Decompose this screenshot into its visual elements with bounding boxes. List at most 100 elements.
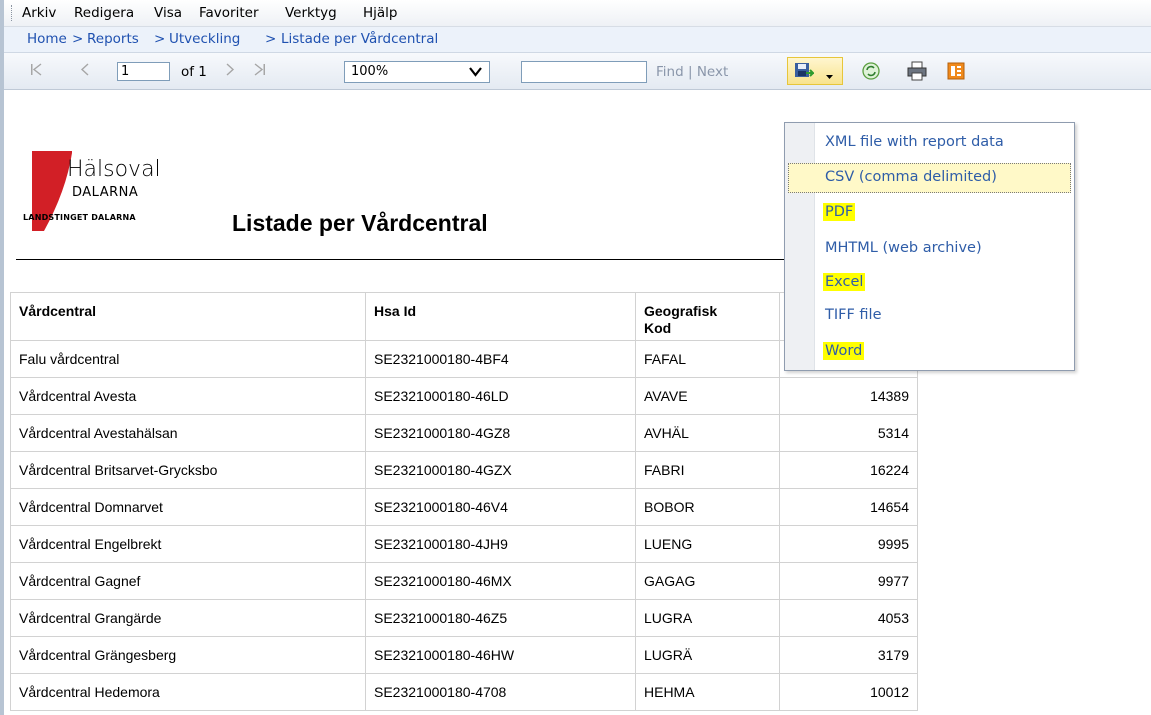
print-icon[interactable] — [906, 61, 928, 83]
report-title: Listade per Vårdcentral — [232, 210, 488, 236]
breadcrumb-separator: > — [72, 31, 84, 47]
cell-hsa-id: SE2321000180-46HW — [365, 636, 636, 674]
cell-hsa-id: SE2321000180-4BF4 — [365, 340, 636, 378]
cell-vardcentral: Vårdcentral Grängesberg — [10, 636, 366, 674]
cell-geografisk-kod: AVHÄL — [635, 414, 780, 452]
breadcrumb-current: Listade per Vårdcentral — [281, 31, 439, 47]
cell-hsa-id: SE2321000180-46V4 — [365, 488, 636, 526]
cell-geografisk-kod: LUGRA — [635, 599, 780, 637]
toolbar-grip — [11, 5, 14, 21]
cell-vardcentral: Vårdcentral Hedemora — [10, 673, 366, 711]
export-tiff-item[interactable]: TIFF file — [825, 307, 882, 323]
export-button[interactable] — [787, 57, 843, 85]
menu-bar: Arkiv Redigera Visa Favoriter Verktyg Hj… — [4, 0, 1151, 27]
find-next-links: Find | Next — [656, 64, 728, 80]
report-toolbar: 1 of 1 100% Find | Next — [4, 53, 1151, 90]
window-left-border — [0, 0, 4, 715]
report-table: Vårdcentral Hsa Id Geografisk Kod Falu v… — [10, 292, 918, 711]
cell-vardcentral: Vårdcentral Avestahälsan — [10, 414, 366, 452]
table-row: Vårdcentral Avestahälsan SE2321000180-4GZ… — [10, 414, 918, 452]
menu-verktyg[interactable]: Verktyg — [285, 5, 337, 21]
cell-count: 16224 — [779, 451, 918, 489]
next-page-icon[interactable] — [226, 63, 235, 80]
zoom-value: 100% — [351, 64, 389, 79]
export-word-item[interactable]: Word — [823, 342, 865, 360]
first-page-icon[interactable] — [30, 63, 42, 80]
cell-count: 14654 — [779, 488, 918, 526]
refresh-icon[interactable] — [861, 61, 883, 83]
cell-count: 3179 — [779, 636, 918, 674]
table-header-row: Vårdcentral Hsa Id Geografisk Kod — [10, 292, 918, 341]
column-header-geografisk-kod[interactable]: Geografisk Kod — [635, 292, 780, 341]
cell-geografisk-kod: LUGRÄ — [635, 636, 780, 674]
next-link[interactable]: Next — [697, 64, 728, 80]
cell-geografisk-kod: LUENG — [635, 525, 780, 563]
cell-hsa-id: SE2321000180-46LD — [365, 377, 636, 415]
table-row: Vårdcentral Hedemora SE2321000180-4708 HEH… — [10, 673, 918, 711]
cell-geografisk-kod: FABRI — [635, 451, 780, 489]
export-format-menu: XML file with report data CSV (comma del… — [784, 122, 1075, 371]
document-map-icon[interactable] — [946, 61, 968, 83]
menu-arkiv[interactable]: Arkiv — [22, 5, 56, 21]
cell-count: 5314 — [779, 414, 918, 452]
export-xml-item[interactable]: XML file with report data — [825, 134, 1004, 150]
table-row: Vårdcentral Gagnef SE2321000180-46MX GAGAG… — [10, 562, 918, 600]
breadcrumb: Home > Reports > Utveckling > Listade pe… — [4, 27, 1151, 53]
cell-count: 4053 — [779, 599, 918, 637]
cell-count: 10012 — [779, 673, 918, 711]
cell-geografisk-kod: FAFAL — [635, 340, 780, 378]
menu-favoriter[interactable]: Favoriter — [199, 5, 259, 21]
cell-vardcentral: Vårdcentral Avesta — [10, 377, 366, 415]
cell-vardcentral: Falu vårdcentral — [10, 340, 366, 378]
breadcrumb-home[interactable]: Home — [27, 31, 67, 47]
cell-hsa-id: SE2321000180-46Z5 — [365, 599, 636, 637]
table-row: Vårdcentral Avesta SE2321000180-46LD AVAVE… — [10, 377, 918, 415]
cell-vardcentral: Vårdcentral Engelbrekt — [10, 525, 366, 563]
cell-vardcentral: Vårdcentral Gagnef — [10, 562, 366, 600]
column-header-hsa-id[interactable]: Hsa Id — [365, 292, 636, 341]
cell-vardcentral: Vårdcentral Grangärde — [10, 599, 366, 637]
cell-count: 14389 — [779, 377, 918, 415]
breadcrumb-reports[interactable]: Reports — [87, 31, 139, 47]
last-page-icon[interactable] — [254, 63, 266, 80]
export-pdf-item[interactable]: PDF — [823, 203, 856, 221]
breadcrumb-utveckling[interactable]: Utveckling — [169, 31, 240, 47]
page-count-label: of 1 — [181, 64, 207, 80]
cell-hsa-id: SE2321000180-4GZ8 — [365, 414, 636, 452]
cell-geografisk-kod: AVAVE — [635, 377, 780, 415]
cell-geografisk-kod: BOBOR — [635, 488, 780, 526]
table-row: Vårdcentral Grängesberg SE2321000180-46HW… — [10, 636, 918, 674]
column-header-vardcentral[interactable]: Vårdcentral — [10, 292, 366, 341]
find-separator: | — [687, 64, 693, 80]
breadcrumb-separator: > — [265, 31, 277, 47]
page-number-input[interactable]: 1 — [117, 62, 170, 81]
cell-geografisk-kod: HEHMA — [635, 673, 780, 711]
save-disk-icon — [794, 62, 816, 84]
previous-page-icon[interactable] — [80, 63, 89, 80]
find-link[interactable]: Find — [656, 64, 684, 80]
cell-vardcentral: Vårdcentral Domnarvet — [10, 488, 366, 526]
table-row: Vårdcentral Grangärde SE2321000180-46Z5 LU… — [10, 599, 918, 637]
table-row: Vårdcentral Engelbrekt SE2321000180-4JH9 L… — [10, 525, 918, 563]
cell-count: 9977 — [779, 562, 918, 600]
menu-hjalp[interactable]: Hjälp — [363, 5, 398, 21]
find-input[interactable] — [521, 61, 647, 83]
export-csv-item[interactable]: CSV (comma delimited) — [825, 169, 997, 185]
chevron-down-icon — [825, 68, 834, 84]
cell-hsa-id: SE2321000180-46MX — [365, 562, 636, 600]
chevron-down-icon — [469, 66, 482, 82]
header-divider — [16, 259, 822, 260]
menu-visa[interactable]: Visa — [154, 5, 182, 21]
cell-geografisk-kod: GAGAG — [635, 562, 780, 600]
menu-gutter — [785, 123, 815, 370]
cell-hsa-id: SE2321000180-4JH9 — [365, 525, 636, 563]
breadcrumb-separator: > — [154, 31, 166, 47]
export-mhtml-item[interactable]: MHTML (web archive) — [825, 240, 982, 256]
export-excel-item[interactable]: Excel — [823, 273, 866, 291]
menu-redigera[interactable]: Redigera — [74, 5, 134, 21]
table-row: Vårdcentral Britsarvet-Grycksbo SE2321000… — [10, 451, 918, 489]
table-row: Vårdcentral Domnarvet SE2321000180-46V4 BO… — [10, 488, 918, 526]
cell-vardcentral: Vårdcentral Britsarvet-Grycksbo — [10, 451, 366, 489]
logo-text-dalarna: DALARNA — [72, 185, 139, 200]
zoom-select[interactable]: 100% — [344, 61, 490, 83]
